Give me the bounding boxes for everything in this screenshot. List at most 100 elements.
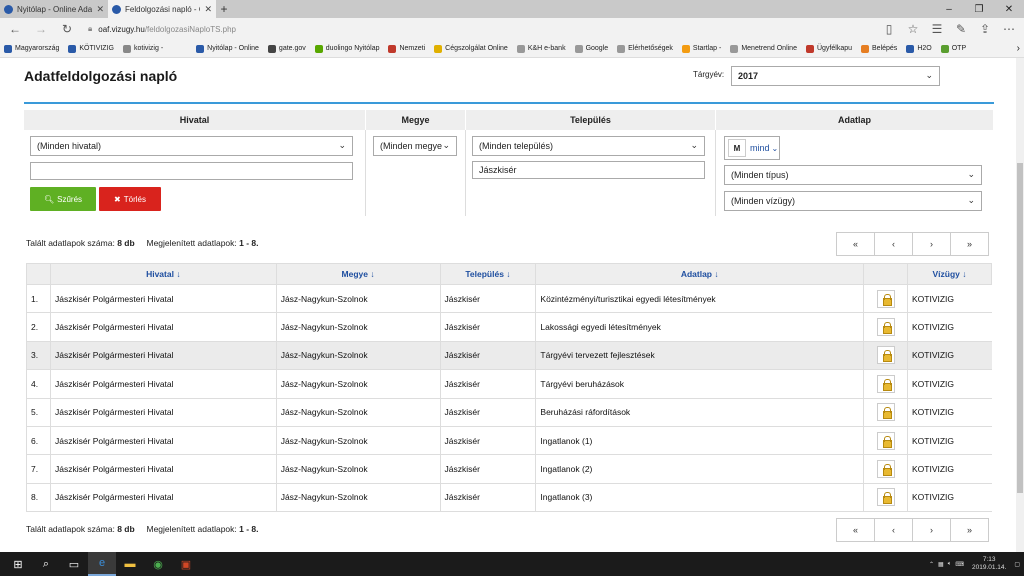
hivatal-select[interactable]: (Minden hivatal) ⌄ — [30, 136, 353, 156]
cell-adatlap[interactable]: Ingatlanok (3) — [535, 483, 864, 513]
bookmark-item[interactable]: gate.gov — [267, 44, 306, 53]
close-window-icon[interactable]: ✕ — [994, 0, 1024, 18]
lock-icon[interactable] — [876, 431, 895, 450]
bookmark-item[interactable]: duolingo Nyitólap — [314, 44, 379, 53]
bookmark-item[interactable]: kotivizig - — [122, 44, 163, 53]
table-row[interactable]: 8. Jászkisér Polgármesteri Hivatal Jász-… — [26, 483, 992, 513]
close-tab-icon[interactable]: ✕ — [96, 4, 104, 15]
telepules-select[interactable]: (Minden település) ⌄ — [472, 136, 705, 156]
table-row[interactable]: 5. Jászkisér Polgármesteri Hivatal Jász-… — [26, 398, 992, 427]
minimize-icon[interactable]: – — [934, 0, 964, 18]
edge-browser-icon[interactable]: e — [88, 552, 116, 576]
bookmarks-more-icon[interactable]: › — [1017, 43, 1020, 54]
bookmark-item[interactable]: Elérhetőségek — [617, 44, 673, 53]
reading-view-icon[interactable]: ▯ — [878, 19, 900, 39]
vizugy-select[interactable]: (Minden vízügy) ⌄ — [724, 191, 982, 211]
bookmark-item[interactable]: Ügyfélkapu — [805, 44, 852, 53]
chevron-up-icon[interactable]: ⌃ — [929, 561, 934, 568]
year-select[interactable]: 2017 ⌄ — [731, 66, 940, 86]
powerpoint-icon[interactable]: ▣ — [172, 552, 200, 576]
clock[interactable]: 7:13 2019.01.14. — [968, 556, 1010, 572]
prev-page-button[interactable]: ‹ — [874, 518, 913, 542]
bookmark-item[interactable]: Startlap - — [681, 44, 721, 53]
chrome-icon[interactable]: ◉ — [144, 552, 172, 576]
col-vizugy[interactable]: Vízügy ↓ — [907, 263, 992, 285]
lock-icon[interactable] — [876, 460, 895, 479]
new-tab-button[interactable]: + — [216, 0, 232, 18]
lock-icon[interactable] — [876, 403, 895, 422]
address-bar[interactable]: 🔒︎ oaf.vizugy.hu/feldolgozasiNaploTS.php — [82, 20, 874, 38]
last-page-button[interactable]: » — [950, 232, 989, 256]
table-row[interactable]: 4. Jászkisér Polgármesteri Hivatal Jász-… — [26, 369, 992, 399]
col-megye[interactable]: Megye ↓ — [275, 263, 441, 285]
share-icon[interactable]: ⇪ — [974, 19, 996, 39]
notes-icon[interactable]: ✎ — [950, 19, 972, 39]
last-page-button[interactable]: » — [950, 518, 989, 542]
col-adatlap[interactable]: Adatlap ↓ — [535, 263, 865, 285]
tipus-select[interactable]: (Minden típus) ⌄ — [724, 165, 982, 185]
bookmark-item[interactable]: Nyitólap - Online — [196, 44, 259, 53]
bookmark-item[interactable]: H2O — [906, 44, 932, 53]
col-telepules[interactable]: Település ↓ — [439, 263, 537, 285]
hivatal-text-input[interactable] — [30, 162, 353, 180]
first-page-button[interactable]: « — [836, 518, 875, 542]
bookmark-item[interactable]: OTP — [940, 44, 966, 53]
mode-select[interactable]: M mind ⌄ — [724, 136, 780, 160]
row-number: 6. — [26, 426, 51, 456]
clear-button[interactable]: ✖ Törlés — [99, 187, 161, 211]
next-page-button[interactable]: › — [912, 518, 951, 542]
table-row[interactable]: 6. Jászkisér Polgármesteri Hivatal Jász-… — [26, 426, 992, 456]
megye-select[interactable]: (Minden megye ⌄ — [373, 136, 457, 156]
telepules-text-input[interactable]: Jászkisér — [472, 161, 705, 179]
back-icon[interactable]: ← — [4, 19, 26, 39]
cell-adatlap[interactable]: Közintézményi/turisztikai egyedi létesít… — [535, 284, 864, 314]
notifications-icon[interactable]: ▢ — [1014, 561, 1020, 568]
keyboard-icon[interactable]: ⌨ — [955, 561, 964, 568]
bookmark-item[interactable]: Magyarország — [4, 44, 59, 53]
bookmark-item[interactable]: Belépés — [861, 44, 897, 53]
task-view-icon[interactable]: ▭ — [60, 552, 88, 576]
cell-adatlap[interactable]: Tárgyévi tervezett fejlesztések — [535, 341, 864, 371]
table-row[interactable]: 2. Jászkisér Polgármesteri Hivatal Jász-… — [26, 312, 992, 342]
lock-icon[interactable] — [876, 488, 895, 507]
bookmark-item[interactable]: Google — [574, 44, 608, 53]
restore-icon[interactable]: ❐ — [964, 0, 994, 18]
filter-button[interactable]: 🔍︎ Szűrés — [30, 187, 96, 211]
bookmark-item[interactable]: Nemzeti — [388, 44, 425, 53]
scrollbar-thumb[interactable] — [1017, 163, 1023, 493]
search-icon[interactable]: ⌕ — [32, 552, 60, 576]
bookmark-item[interactable]: KÖTIVIZIG — [68, 44, 114, 53]
cell-adatlap[interactable]: Beruházási ráfordítások — [535, 398, 864, 427]
hub-icon[interactable]: ☰ — [926, 19, 948, 39]
cell-adatlap[interactable]: Ingatlanok (1) — [535, 426, 864, 456]
prev-page-button[interactable]: ‹ — [874, 232, 913, 256]
forward-icon[interactable]: → — [30, 19, 52, 39]
lock-icon[interactable] — [876, 289, 895, 308]
close-tab-icon[interactable]: ✕ — [204, 4, 212, 15]
volume-icon[interactable]: 🔈︎ — [948, 561, 952, 568]
windows-start-icon[interactable]: ⊞ — [4, 552, 32, 576]
cell-adatlap[interactable]: Tárgyévi beruházások — [535, 369, 864, 399]
lock-icon[interactable] — [876, 374, 895, 393]
page-scrollbar[interactable] — [1016, 58, 1024, 552]
bookmark-item[interactable]: Menetrend Online — [730, 44, 797, 53]
favorite-star-icon[interactable]: ☆ — [902, 19, 924, 39]
col-hivatal[interactable]: Hivatal ↓ — [49, 263, 277, 285]
first-page-button[interactable]: « — [836, 232, 875, 256]
file-explorer-icon[interactable]: ▬ — [116, 552, 144, 576]
lock-icon[interactable] — [876, 318, 895, 337]
browser-tab-2[interactable]: Feldolgozási napló - Or ✕ — [108, 0, 216, 18]
network-icon[interactable]: ▦ — [938, 561, 944, 568]
table-row[interactable]: 3. Jászkisér Polgármesteri Hivatal Jász-… — [26, 341, 992, 371]
bookmark-item[interactable]: Cégszolgálat Online — [434, 44, 508, 53]
browser-tab-1[interactable]: Nyitólap - Online Adatfeldo ✕ — [0, 0, 108, 18]
more-icon[interactable]: ⋯ — [998, 19, 1020, 39]
cell-adatlap[interactable]: Lakossági egyedi létesítmények — [535, 312, 864, 342]
lock-icon[interactable] — [876, 346, 895, 365]
bookmark-item[interactable]: K&H e-bank — [516, 44, 566, 53]
refresh-icon[interactable]: ↻ — [56, 19, 78, 39]
cell-adatlap[interactable]: Ingatlanok (2) — [535, 454, 864, 484]
table-row[interactable]: 7. Jászkisér Polgármesteri Hivatal Jász-… — [26, 454, 992, 484]
table-row[interactable]: 1. Jászkisér Polgármesteri Hivatal Jász-… — [26, 284, 992, 314]
next-page-button[interactable]: › — [912, 232, 951, 256]
